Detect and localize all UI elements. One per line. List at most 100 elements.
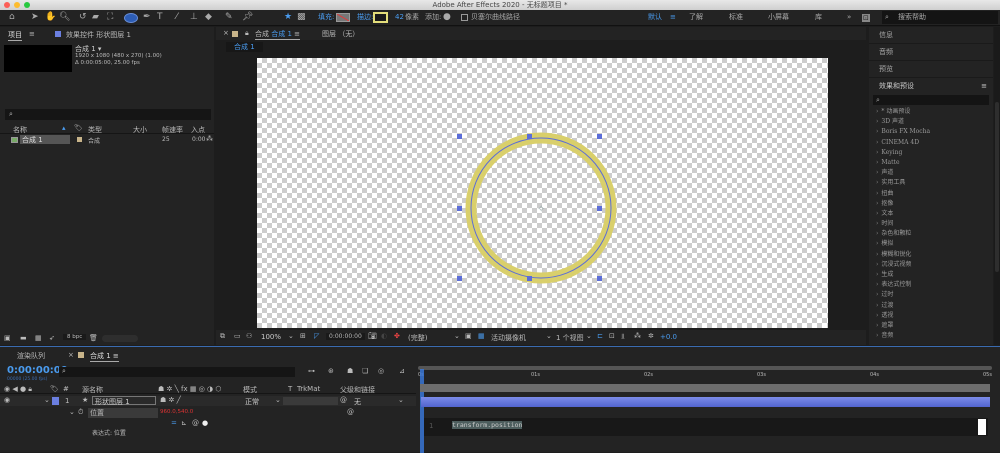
- expand-chevron-icon[interactable]: ⌄: [69, 408, 75, 416]
- property-value[interactable]: 960.0,540.0: [160, 409, 193, 415]
- project-item-name[interactable]: 合成 1: [20, 135, 70, 144]
- layer-switches[interactable]: ☗ ✲ ╱: [160, 396, 181, 404]
- time-ruler[interactable]: 0s01s02s03s04s05s: [418, 372, 992, 382]
- effect-category[interactable]: 扭曲: [869, 189, 993, 199]
- pick-whip-icon[interactable]: @: [340, 396, 347, 404]
- col-parent[interactable]: 父级和链接: [340, 385, 375, 395]
- shy-layers-icon[interactable]: ☗: [347, 367, 353, 375]
- visibility-icon[interactable]: ◉: [4, 396, 10, 404]
- panel-audio[interactable]: 音频: [869, 44, 993, 61]
- mask-visibility-icon[interactable]: ◸: [314, 332, 319, 340]
- panel-menu-icon[interactable]: ≡: [29, 30, 35, 38]
- star-icon[interactable]: ★: [284, 12, 292, 23]
- bounding-handle[interactable]: [457, 206, 462, 211]
- show-snapshot-icon[interactable]: ◐: [381, 332, 387, 340]
- close-tab-icon[interactable]: ×: [68, 351, 74, 359]
- home-icon[interactable]: ⌂: [9, 12, 15, 23]
- expression-scroll-handle[interactable]: [978, 419, 986, 435]
- tab-project[interactable]: 项目: [8, 30, 22, 41]
- frame-blending-icon[interactable]: ❏: [362, 367, 368, 375]
- render-icon[interactable]: ➶: [49, 334, 55, 342]
- sync-settings-icon[interactable]: ⊡: [862, 14, 870, 22]
- fill-swatch[interactable]: [336, 13, 350, 22]
- draft-3d-icon[interactable]: ⊛: [328, 367, 334, 375]
- work-area-navigator[interactable]: [418, 366, 992, 370]
- parent-select[interactable]: 无: [354, 397, 361, 407]
- effect-category[interactable]: 遮罩: [869, 321, 993, 331]
- tab-effect-controls[interactable]: 效果控件 形状图层 1: [66, 30, 131, 40]
- workspace-default[interactable]: 默认: [648, 12, 662, 23]
- snapshot-icon[interactable]: 📷︎: [368, 332, 377, 340]
- more-workspaces-icon[interactable]: »: [847, 12, 851, 23]
- chevron-down-icon[interactable]: ⌄: [546, 332, 552, 340]
- timeline-search-input[interactable]: ⌕: [59, 367, 295, 377]
- close-window-button[interactable]: [4, 2, 10, 8]
- flowchart-icon[interactable]: ⁂: [634, 332, 641, 340]
- comp-canvas[interactable]: ✧: [257, 58, 828, 328]
- tab-timeline-comp[interactable]: 合成 1 ≡: [90, 351, 119, 362]
- right-panel-scrollbar[interactable]: [994, 27, 1000, 345]
- region-of-interest-icon[interactable]: ▣: [465, 332, 472, 340]
- ellipse-shape[interactable]: ✧: [257, 58, 828, 328]
- zoom-select[interactable]: 100%: [261, 333, 281, 341]
- panel-menu-icon[interactable]: ≡: [981, 78, 987, 95]
- col-size[interactable]: 大小: [133, 125, 147, 135]
- bpc-button[interactable]: 8 bpc: [63, 334, 87, 340]
- delete-icon[interactable]: 🗑︎: [89, 334, 98, 342]
- enable-expression-icon[interactable]: =: [171, 419, 177, 427]
- expression-graph-icon[interactable]: ⊾: [181, 419, 187, 427]
- resolution-select[interactable]: (完整): [408, 333, 427, 343]
- col-source-name[interactable]: 源名称: [82, 385, 103, 395]
- search-help-input[interactable]: ⌕ 搜索帮助: [882, 11, 998, 24]
- chevron-down-icon[interactable]: ⌄: [288, 332, 294, 340]
- label-color-swatch[interactable]: [77, 137, 82, 142]
- panel-effects-presets[interactable]: 效果和预设 ≡: [869, 78, 993, 95]
- effect-category[interactable]: 抠像: [869, 199, 993, 209]
- comp-timecode[interactable]: 0:00:00:00: [326, 333, 365, 340]
- expression-editor[interactable]: 1 transform.position: [424, 418, 988, 436]
- current-time-indicator[interactable]: [420, 369, 424, 453]
- effect-category[interactable]: 3D 声道: [869, 117, 993, 127]
- tab-render-queue[interactable]: 渲染队列: [17, 351, 45, 361]
- bounding-handle[interactable]: [597, 206, 602, 211]
- col-type[interactable]: 类型: [88, 125, 102, 135]
- ellipse-tool-icon[interactable]: [124, 13, 138, 23]
- expression-pickwhip-icon[interactable]: @: [192, 419, 199, 427]
- workspace-menu-icon[interactable]: ≡: [670, 12, 676, 23]
- views-select[interactable]: 1 个视图: [556, 333, 584, 343]
- graph-editor-icon[interactable]: ⊿: [399, 367, 405, 375]
- selection-tool-icon[interactable]: ➤: [31, 12, 39, 23]
- stroke-swatch[interactable]: [373, 12, 388, 23]
- effect-category[interactable]: Matte: [869, 158, 993, 168]
- effects-search-input[interactable]: ⌕: [873, 95, 989, 105]
- effect-category[interactable]: 模拟: [869, 239, 993, 249]
- bounding-handle[interactable]: [597, 134, 602, 139]
- roto-brush-tool-icon[interactable]: ✎: [225, 12, 233, 23]
- close-tab-icon[interactable]: ×: [223, 29, 229, 37]
- toggle-pixel-aspect-icon[interactable]: ⊏: [597, 332, 603, 340]
- pen-tool-icon[interactable]: ✒: [143, 12, 151, 23]
- work-area-bar[interactable]: [420, 384, 990, 392]
- effect-category[interactable]: 声道: [869, 168, 993, 178]
- chevron-down-icon[interactable]: ⌄: [586, 332, 592, 340]
- expression-language-menu-icon[interactable]: ●: [202, 419, 208, 427]
- new-composition-icon[interactable]: ▦: [35, 334, 42, 342]
- channel-icon[interactable]: ✤: [394, 332, 400, 340]
- stroke-width-value[interactable]: 42: [395, 12, 404, 23]
- bounding-handle[interactable]: [457, 276, 462, 281]
- pan-behind-tool-icon[interactable]: ⛶: [107, 12, 113, 23]
- anchor-point-icon[interactable]: ✧: [537, 204, 545, 215]
- rotate-tool-icon[interactable]: ↺: [79, 12, 87, 23]
- reset-exposure-icon[interactable]: ✲: [648, 332, 654, 340]
- fit-icon[interactable]: ⊞: [300, 332, 306, 340]
- effect-category[interactable]: Boris FX Mocha: [869, 127, 993, 137]
- trkmat-select[interactable]: [283, 397, 338, 405]
- workspace-library[interactable]: 库: [815, 12, 822, 23]
- effect-category[interactable]: * 动画预设: [869, 107, 993, 117]
- panel-preview[interactable]: 预览: [869, 61, 993, 78]
- monitor-icon[interactable]: ▭: [234, 332, 241, 340]
- bezier-checkbox[interactable]: [461, 14, 468, 21]
- interpret-footage-icon[interactable]: ▣: [4, 334, 11, 342]
- minimize-window-button[interactable]: [14, 2, 20, 8]
- hand-tool-icon[interactable]: ✋: [45, 12, 56, 23]
